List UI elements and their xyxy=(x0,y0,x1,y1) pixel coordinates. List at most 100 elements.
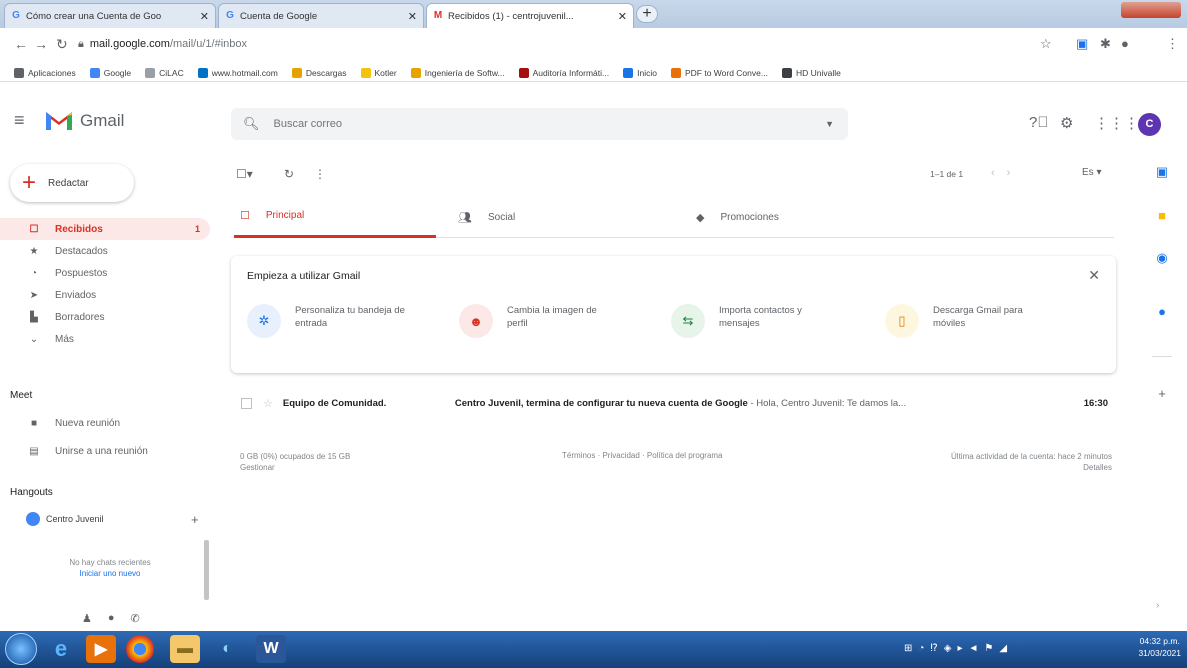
bookmark-item[interactable]: Aplicaciones xyxy=(14,67,76,78)
bookmark-item[interactable]: Ingeniería de Softw... xyxy=(410,67,505,78)
more-icon[interactable]: ⋮ xyxy=(314,167,326,181)
star-icon[interactable]: ☆ xyxy=(263,397,273,410)
chevron-right-icon[interactable]: › xyxy=(1156,600,1159,611)
internet-explorer-icon[interactable]: e xyxy=(46,635,76,663)
bookmark-item[interactable]: www.hotmail.com xyxy=(197,67,278,78)
start-chat-link[interactable]: Iniciar uno nuevo xyxy=(20,568,200,579)
refresh-icon[interactable]: ↻ xyxy=(284,167,294,181)
account-avatar[interactable]: C xyxy=(1138,113,1161,136)
search-bar[interactable]: 🔍︎ ▼ xyxy=(231,108,848,140)
browser-tab-1[interactable]: G Cómo crear una Cuenta de Goo ✕ xyxy=(4,3,216,28)
bookmark-label: Ingeniería de Softw... xyxy=(424,67,505,78)
search-input[interactable] xyxy=(271,117,826,131)
terms-links[interactable]: Términos · Privacidad · Política del pro… xyxy=(562,451,723,460)
taskbar-clock[interactable]: 04:32 p.m. 31/03/2021 xyxy=(1138,635,1181,659)
sidebar-item-enviados[interactable]: ➤ Enviados xyxy=(0,284,215,306)
profile-icon[interactable]: ● xyxy=(1121,36,1129,51)
join-meeting-link[interactable]: ▤ Unirse a una reunión xyxy=(28,446,148,457)
bookmark-item[interactable]: Google xyxy=(89,67,131,78)
help-icon[interactable]: ?⃝ xyxy=(1029,114,1049,131)
word-icon[interactable]: W xyxy=(256,635,286,663)
tab-principal[interactable]: ☐ Principal xyxy=(234,196,436,238)
gmail-wordmark: Gmail xyxy=(80,111,125,130)
sidebar-item-borradores[interactable]: ▙ Borradores xyxy=(0,306,215,328)
page-arrows[interactable]: ‹› xyxy=(991,167,1022,179)
bookmark-icon xyxy=(623,67,634,78)
gmail-header: ≡ Gmail 🔍︎ ▼ ?⃝ ⚙ ⋮⋮⋮ C xyxy=(0,100,1187,144)
getting-started-item[interactable]: ⇆ Importa contactos y mensajes xyxy=(671,304,829,338)
email-checkbox[interactable] xyxy=(241,397,252,409)
compose-button[interactable]: + Redactar xyxy=(10,164,134,202)
select-all-checkbox[interactable]: ☐▾ xyxy=(236,167,253,181)
hangouts-user[interactable]: Centro Juvenil xyxy=(26,512,104,526)
getting-started-item[interactable]: ☻ Cambia la imagen de perfil xyxy=(459,304,617,338)
bookmark-item[interactable]: PDF to Word Conve... xyxy=(670,67,768,78)
sidebar-item-recibidos[interactable]: ☐ Recibidos 1 xyxy=(0,218,210,240)
add-chat-icon[interactable]: + xyxy=(191,512,199,527)
video-camera-icon: ■ xyxy=(30,418,38,429)
sidebar-item-pospuestos[interactable]: ◔ Pospuestos xyxy=(0,262,215,284)
browser-tab-2[interactable]: G Cuenta de Google ✕ xyxy=(218,3,424,28)
add-addon-icon[interactable]: + xyxy=(1153,386,1171,401)
system-tray-icons[interactable]: ⊞◔⁉◈▸◄⚑◢ xyxy=(904,643,1013,654)
input-language[interactable]: Es ▾ xyxy=(1082,167,1101,178)
bookmark-item[interactable]: CiLAC xyxy=(145,67,184,78)
hangouts-user-name: Centro Juvenil xyxy=(46,514,104,524)
forward-icon[interactable]: → xyxy=(34,36,48,52)
gear-icon: ✲ xyxy=(247,304,281,338)
bookmark-star-icon[interactable]: ☆ xyxy=(1040,36,1052,52)
network-app-icon[interactable]: ◐ xyxy=(212,635,242,663)
hangouts-icon[interactable]: ● xyxy=(108,612,115,625)
getting-started-item[interactable]: ▯ Descarga Gmail para móviles xyxy=(885,304,1043,338)
manage-storage-link[interactable]: Gestionar xyxy=(240,462,350,473)
translate-extension-icon[interactable]: ▣ xyxy=(1076,36,1088,52)
close-icon[interactable]: ✕ xyxy=(200,10,209,23)
tasks-icon[interactable]: ◉ xyxy=(1153,250,1171,266)
bookmark-item[interactable]: Kotler xyxy=(360,67,397,78)
settings-icon[interactable]: ⚙ xyxy=(1060,114,1073,132)
back-icon[interactable]: ← xyxy=(14,36,28,52)
tab-social[interactable]: 👥︎ Social xyxy=(452,196,662,238)
start-button[interactable] xyxy=(5,633,37,665)
close-icon[interactable]: ✕ xyxy=(1088,267,1100,284)
media-player-icon[interactable]: ▶ xyxy=(86,635,116,663)
window-controls[interactable] xyxy=(1121,2,1181,18)
chrome-icon[interactable] xyxy=(126,635,154,663)
person-icon[interactable]: ♟ xyxy=(82,612,92,625)
contacts-icon[interactable]: ● xyxy=(1153,304,1171,319)
bookmark-item[interactable]: HD Univalle xyxy=(781,67,841,78)
details-link[interactable]: Detalles xyxy=(951,462,1112,473)
tab-promotions[interactable]: ◆ Promociones xyxy=(690,196,900,238)
account-activity: Última actividad de la cuenta: hace 2 mi… xyxy=(951,451,1112,473)
tab-promotions-label: Promociones xyxy=(720,211,779,223)
getting-started-item[interactable]: ✲ Personaliza tu bandeja de entrada xyxy=(247,304,405,338)
extensions-icon[interactable]: ✱ xyxy=(1100,36,1111,52)
new-tab-button[interactable]: + xyxy=(636,5,658,23)
hangouts-scrollbar[interactable] xyxy=(204,540,209,600)
reload-icon[interactable]: ↻ xyxy=(56,36,68,53)
calendar-icon[interactable]: ▣ xyxy=(1153,164,1171,180)
sidebar-item-mas[interactable]: ⌄ Más xyxy=(0,328,215,350)
phone-icon[interactable]: ✆ xyxy=(131,612,140,625)
keep-icon[interactable]: ■ xyxy=(1153,208,1171,223)
main-menu-icon[interactable]: ≡ xyxy=(14,110,25,131)
join-meeting-label: Unirse a una reunión xyxy=(55,446,148,457)
bookmark-item[interactable]: Descargas xyxy=(291,67,347,78)
close-icon[interactable]: ✕ xyxy=(618,10,627,23)
bookmark-item[interactable]: Auditoría Informáti... xyxy=(518,67,609,78)
sidebar-item-label: Recibidos xyxy=(55,223,103,235)
apps-grid-icon[interactable]: ⋮⋮⋮ xyxy=(1094,114,1139,132)
bookmark-icon xyxy=(197,67,208,78)
bookmark-item[interactable]: Inicio xyxy=(623,67,657,78)
gmail-logo-icon[interactable] xyxy=(44,108,74,132)
close-icon[interactable]: ✕ xyxy=(408,10,417,23)
search-options-icon[interactable]: ▼ xyxy=(825,119,834,129)
new-meeting-link[interactable]: ■ Nueva reunión xyxy=(28,418,120,429)
url-field[interactable]: 🔒︎ mail.google.com/mail/u/1/#inbox xyxy=(78,38,247,51)
browser-menu-icon[interactable]: ⋮ xyxy=(1166,36,1179,52)
sidebar-item-destacados[interactable]: ★ Destacados xyxy=(0,240,215,262)
file-explorer-icon[interactable]: ▬ xyxy=(170,635,200,663)
browser-tab-3[interactable]: M Recibidos (1) - centrojuvenil... ✕ xyxy=(426,3,634,28)
table-row[interactable]: ☆ Equipo de Comunidad. Centro Juvenil, t… xyxy=(231,390,1116,416)
search-icon[interactable]: 🔍︎ xyxy=(243,116,260,132)
